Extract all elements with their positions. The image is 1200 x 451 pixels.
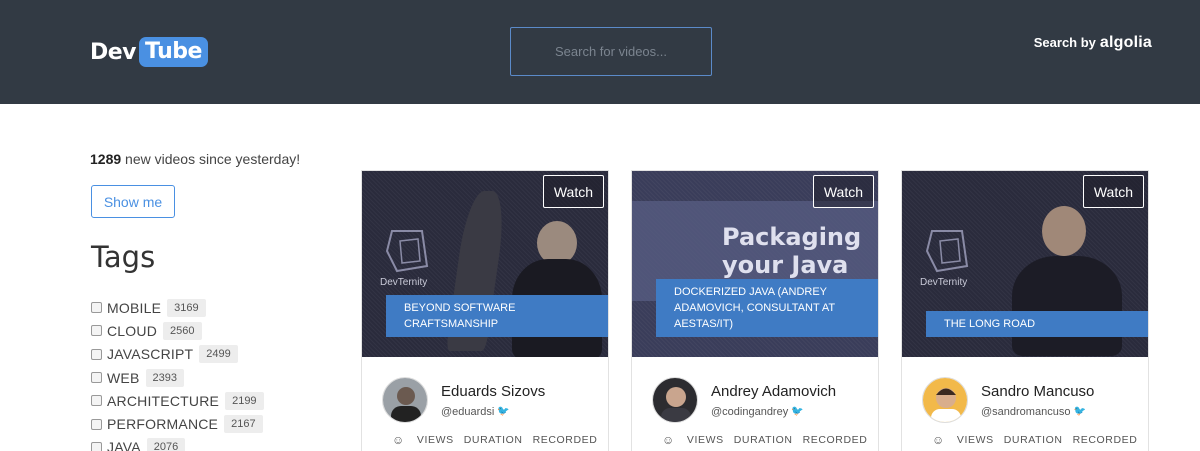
tag-item-cloud[interactable]: CLOUD 2560 xyxy=(91,319,264,342)
video-title-caption[interactable]: DOCKERIZED JAVA (ANDREY ADAMOVICH, CONSU… xyxy=(656,279,878,337)
tag-name: WEB xyxy=(107,369,140,386)
logo-tube-badge: Tube xyxy=(139,37,208,67)
tag-name: CLOUD xyxy=(107,322,158,339)
speaker-name[interactable]: Sandro Mancuso xyxy=(981,383,1094,400)
tag-name: PERFORMANCE xyxy=(107,416,219,433)
speaker-twitter[interactable]: @eduardsi 🐦 xyxy=(441,406,545,418)
tag-count-badge: 2167 xyxy=(224,415,263,434)
tag-count-badge: 2076 xyxy=(146,438,186,451)
video-thumbnail[interactable]: DevTernity Watch BEYOND SOFTWARE CRAFTSM… xyxy=(362,171,608,357)
thumb-brand: DevTernity xyxy=(920,277,968,288)
avatar[interactable] xyxy=(382,377,428,423)
tag-checkbox[interactable] xyxy=(91,441,102,451)
search-input[interactable] xyxy=(510,27,712,76)
speaker-info[interactable]: Andrey Adamovich @codingandrey 🐦 xyxy=(652,377,836,423)
stat-views: VIEWS xyxy=(416,434,454,446)
twitter-handle: @codingandrey xyxy=(711,405,789,418)
avatar[interactable] xyxy=(922,377,968,423)
speaker-info[interactable]: Eduards Sizovs @eduardsi 🐦 xyxy=(382,377,545,423)
tag-checkbox[interactable] xyxy=(91,325,102,337)
avatar[interactable] xyxy=(652,377,698,423)
speaker-name[interactable]: Andrey Adamovich xyxy=(711,383,836,400)
twitter-icon: 🐦 xyxy=(1073,406,1086,417)
video-stats: ☺ VIEWS DURATION RECORDED xyxy=(392,433,597,447)
tag-name: JAVA xyxy=(107,439,141,451)
tag-checkbox[interactable] xyxy=(91,348,102,360)
devternity-logo-icon xyxy=(925,230,969,273)
new-videos-count: 1289 xyxy=(90,151,122,167)
smiley-icon: ☺ xyxy=(662,433,675,447)
tag-name: MOBILE xyxy=(107,299,162,316)
tag-checkbox[interactable] xyxy=(91,302,102,314)
tag-count-badge: 2560 xyxy=(163,321,202,340)
tag-count-badge: 3169 xyxy=(167,298,206,317)
twitter-icon: 🐦 xyxy=(791,406,804,417)
tag-count-badge: 2199 xyxy=(225,391,264,410)
logo-dev-text: Dev xyxy=(90,39,137,65)
stat-recorded: RECORDED xyxy=(532,434,598,446)
algolia-logo: algolia xyxy=(1099,34,1152,51)
video-title-caption[interactable]: BEYOND SOFTWARE CRAFTSMANSHIP xyxy=(386,295,608,337)
top-header: Dev Tube Search by algolia xyxy=(0,0,1200,104)
video-title-caption[interactable]: THE LONG ROAD xyxy=(926,311,1148,337)
speaker-avatar-image xyxy=(653,378,697,422)
video-stats: ☺ VIEWS DURATION RECORDED xyxy=(932,433,1137,447)
stat-duration: DURATION xyxy=(1003,434,1063,446)
tag-checkbox[interactable] xyxy=(91,372,102,384)
watch-button[interactable]: Watch xyxy=(1082,175,1144,208)
tag-item-architecture[interactable]: ARCHITECTURE 2199 xyxy=(91,389,264,412)
show-me-button[interactable]: Show me xyxy=(91,185,175,218)
speaker-twitter[interactable]: @codingandrey 🐦 xyxy=(711,406,836,418)
video-card[interactable]: DevTernity Watch BEYOND SOFTWARE CRAFTSM… xyxy=(361,170,609,451)
tag-list: MOBILE 3169 CLOUD 2560 JAVASCRIPT 2499 WEB 2… xyxy=(91,296,264,451)
stat-recorded: RECORDED xyxy=(1072,434,1138,446)
devternity-logo-icon xyxy=(385,230,429,273)
tag-name: JAVASCRIPT xyxy=(107,346,194,363)
video-card[interactable]: DevTernity Watch THE LONG ROAD Sandro Ma… xyxy=(901,170,1149,451)
video-stats: ☺ VIEWS DURATION RECORDED xyxy=(662,433,867,447)
twitter-icon: 🐦 xyxy=(497,406,510,417)
tag-count-badge: 2499 xyxy=(199,345,238,364)
tag-checkbox[interactable] xyxy=(91,395,102,407)
thumb-slide-title: Packaging your Java xyxy=(722,223,862,279)
tag-item-javascript[interactable]: JAVASCRIPT 2499 xyxy=(91,343,264,366)
twitter-handle: @sandromancuso xyxy=(981,405,1071,418)
search-by-algolia[interactable]: Search by algolia xyxy=(1034,34,1152,52)
new-videos-text: new videos since yesterday! xyxy=(121,151,301,167)
tag-name: ARCHITECTURE xyxy=(107,392,220,409)
tag-item-web[interactable]: WEB 2393 xyxy=(91,366,264,389)
tag-count-badge: 2393 xyxy=(145,368,184,387)
new-videos-notice: 1289 new videos since yesterday! xyxy=(90,151,300,167)
stat-views: VIEWS xyxy=(956,434,994,446)
tag-item-performance[interactable]: PERFORMANCE 2167 xyxy=(91,412,264,435)
twitter-handle: @eduardsi xyxy=(441,405,495,418)
search-by-label: Search by xyxy=(1033,35,1096,50)
speaker-name[interactable]: Eduards Sizovs xyxy=(441,383,545,400)
stat-views: VIEWS xyxy=(686,434,724,446)
tags-heading: Tags xyxy=(91,240,156,274)
video-card[interactable]: Packaging your Java Watch DOCKERIZED JAV… xyxy=(631,170,879,451)
thumb-speaker-body xyxy=(1012,256,1122,356)
speaker-avatar-image xyxy=(383,378,427,422)
speaker-info[interactable]: Sandro Mancuso @sandromancuso 🐦 xyxy=(922,377,1094,423)
stat-recorded: RECORDED xyxy=(802,434,868,446)
watch-button[interactable]: Watch xyxy=(542,175,604,208)
speaker-avatar-image xyxy=(923,378,967,422)
smiley-icon: ☺ xyxy=(392,433,405,447)
tag-checkbox[interactable] xyxy=(91,418,102,430)
watch-button[interactable]: Watch xyxy=(812,175,874,208)
video-thumbnail[interactable]: DevTernity Watch THE LONG ROAD xyxy=(902,171,1148,357)
thumb-brand: DevTernity xyxy=(380,277,428,288)
speaker-twitter[interactable]: @sandromancuso 🐦 xyxy=(981,406,1094,418)
stat-duration: DURATION xyxy=(463,434,523,446)
video-thumbnail[interactable]: Packaging your Java Watch DOCKERIZED JAV… xyxy=(632,171,878,357)
tag-item-mobile[interactable]: MOBILE 3169 xyxy=(91,296,264,319)
tag-item-java[interactable]: JAVA 2076 xyxy=(91,436,264,451)
thumb-speaker-head xyxy=(1042,206,1086,256)
stat-duration: DURATION xyxy=(733,434,793,446)
smiley-icon: ☺ xyxy=(932,433,945,447)
devtube-logo[interactable]: Dev Tube xyxy=(90,34,208,70)
